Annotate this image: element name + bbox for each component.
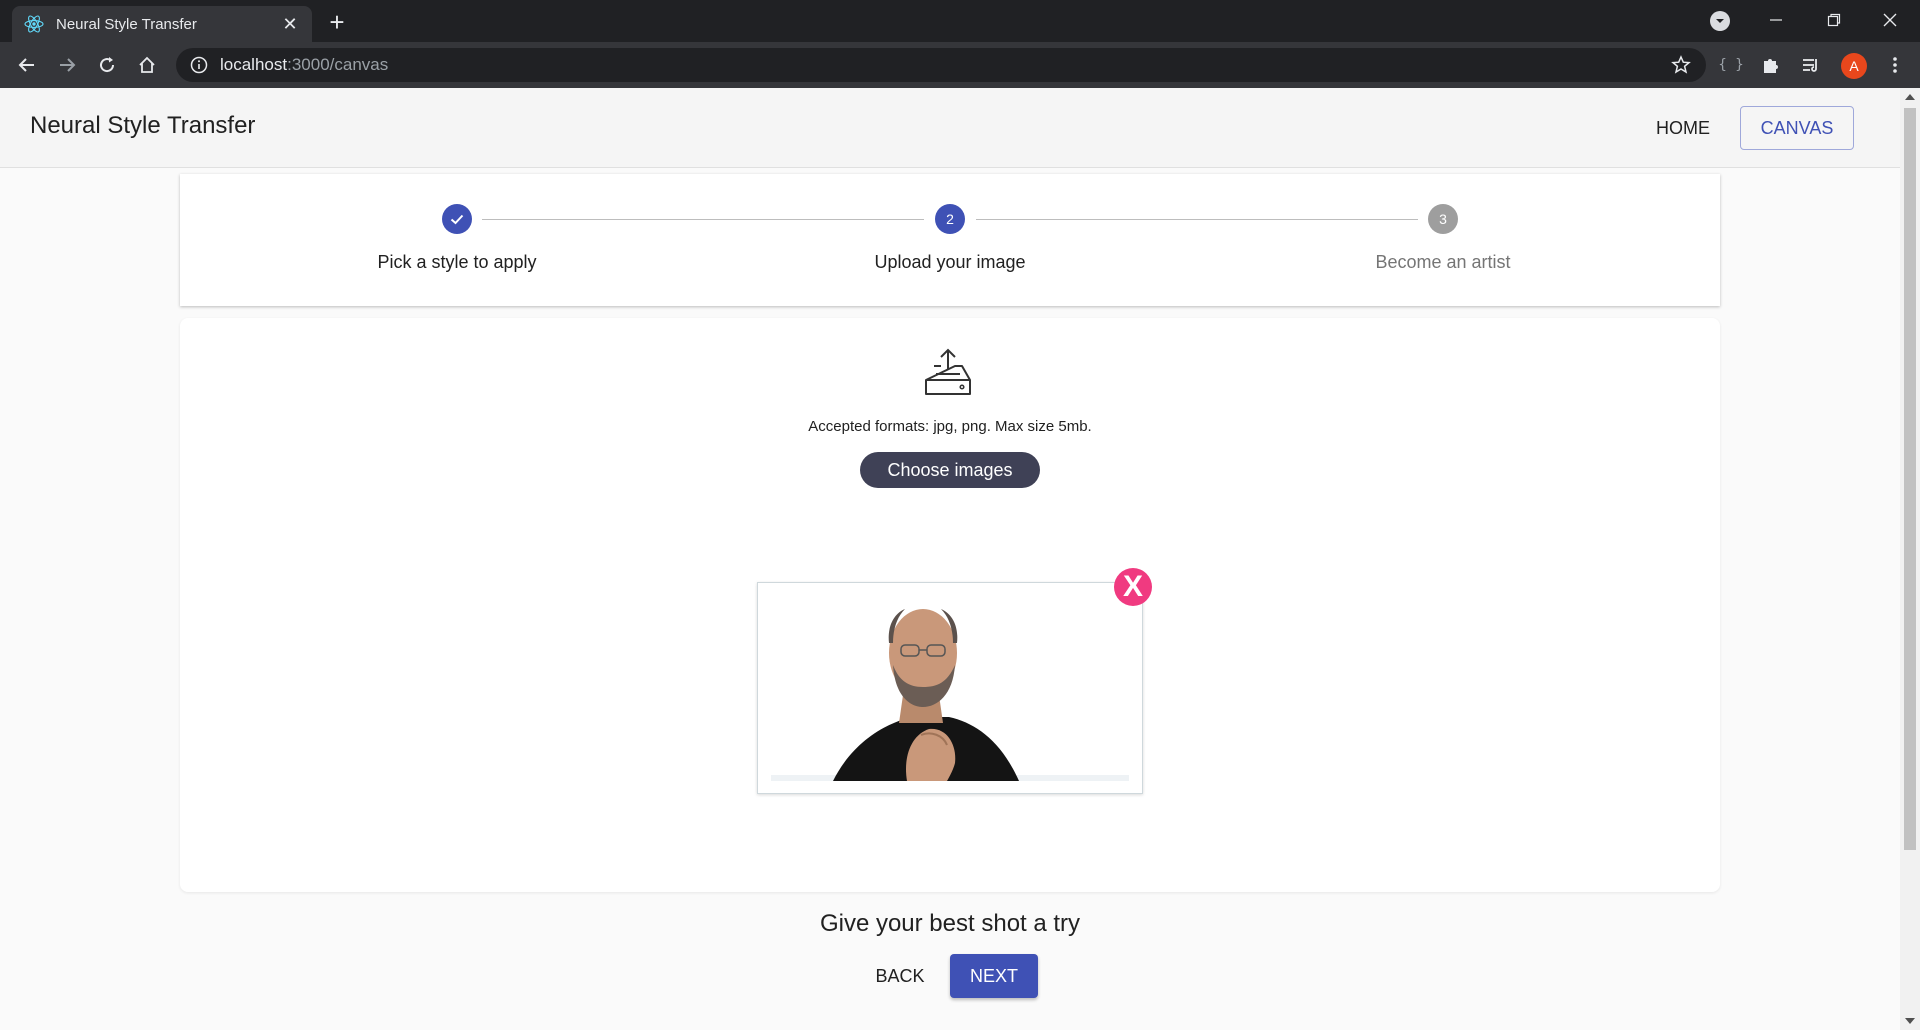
scroll-down-arrow-icon[interactable]	[1905, 1018, 1915, 1024]
browser-toolbar: localhost:3000/canvas { } A	[0, 42, 1920, 88]
page-scrollbar[interactable]	[1900, 88, 1920, 1030]
step-1-completed-icon	[442, 204, 472, 234]
app-header: Neural Style Transfer HOME CANVAS	[0, 88, 1900, 168]
next-button[interactable]: NEXT	[950, 954, 1038, 998]
check-icon	[450, 214, 464, 225]
step-1-label: Pick a style to apply	[377, 252, 537, 272]
url-path: :3000/canvas	[287, 55, 389, 74]
reload-icon[interactable]	[92, 50, 122, 80]
address-bar[interactable]: localhost:3000/canvas	[176, 48, 1706, 82]
step-3-pending-icon: 3	[1428, 204, 1458, 234]
chrome-menu-icon[interactable]	[1880, 50, 1910, 80]
bookmark-star-icon[interactable]	[1666, 50, 1696, 80]
page-viewport: Neural Style Transfer HOME CANVAS Pick a…	[0, 88, 1900, 1030]
restore-icon[interactable]	[1814, 0, 1854, 40]
choose-images-button[interactable]: Choose images	[860, 452, 1040, 488]
url-host: localhost	[220, 55, 288, 74]
tab-title: Neural Style Transfer	[56, 15, 197, 33]
step-2-label: Upload your image	[874, 252, 1026, 272]
step-connector	[482, 219, 924, 220]
close-window-icon[interactable]	[1870, 0, 1910, 40]
remove-image-button[interactable]: X	[1114, 568, 1152, 606]
accepted-formats-text: Accepted formats: jpg, png. Max size 5mb…	[808, 418, 1092, 435]
react-favicon-icon	[24, 15, 44, 33]
extensions-puzzle-icon[interactable]	[1756, 50, 1786, 80]
site-info-icon[interactable]	[190, 56, 208, 74]
minimize-icon[interactable]	[1756, 0, 1796, 40]
forward-arrow-icon[interactable]	[52, 50, 82, 80]
profile-avatar[interactable]: A	[1841, 53, 1867, 79]
browser-tab-strip: Neural Style Transfer ✕ +	[0, 0, 1920, 42]
new-tab-plus-icon[interactable]: +	[322, 8, 352, 38]
step-2-active-icon: 2	[935, 204, 965, 234]
step-connector	[976, 219, 1418, 220]
tab-close-icon[interactable]: ✕	[280, 14, 300, 35]
back-arrow-icon[interactable]	[12, 50, 42, 80]
chevron-down-icon	[1716, 19, 1724, 23]
portrait-photo	[771, 595, 1129, 781]
uploaded-image-preview	[757, 582, 1143, 794]
stepper: Pick a style to apply 2 Upload your imag…	[180, 174, 1720, 306]
reading-list-icon[interactable]	[1796, 50, 1826, 80]
home-icon[interactable]	[132, 50, 162, 80]
back-button[interactable]: BACK	[858, 954, 942, 998]
nav-canvas-button[interactable]: CANVAS	[1740, 106, 1854, 150]
json-viewer-extension-icon[interactable]: { }	[1716, 50, 1746, 80]
browser-tab[interactable]: Neural Style Transfer ✕	[12, 6, 312, 42]
step-tagline: Give your best shot a try	[819, 910, 1081, 937]
app-title: Neural Style Transfer	[30, 112, 256, 139]
upload-card: Accepted formats: jpg, png. Max size 5mb…	[180, 318, 1720, 892]
scrollbar-thumb[interactable]	[1904, 108, 1916, 850]
nav-home-button[interactable]: HOME	[1638, 106, 1728, 150]
step-3-label: Become an artist	[1375, 252, 1511, 272]
scroll-up-arrow-icon[interactable]	[1905, 94, 1915, 100]
uploaded-image	[771, 595, 1129, 781]
tab-search-icon[interactable]	[1710, 11, 1730, 31]
inbox-upload-icon	[925, 348, 971, 395]
